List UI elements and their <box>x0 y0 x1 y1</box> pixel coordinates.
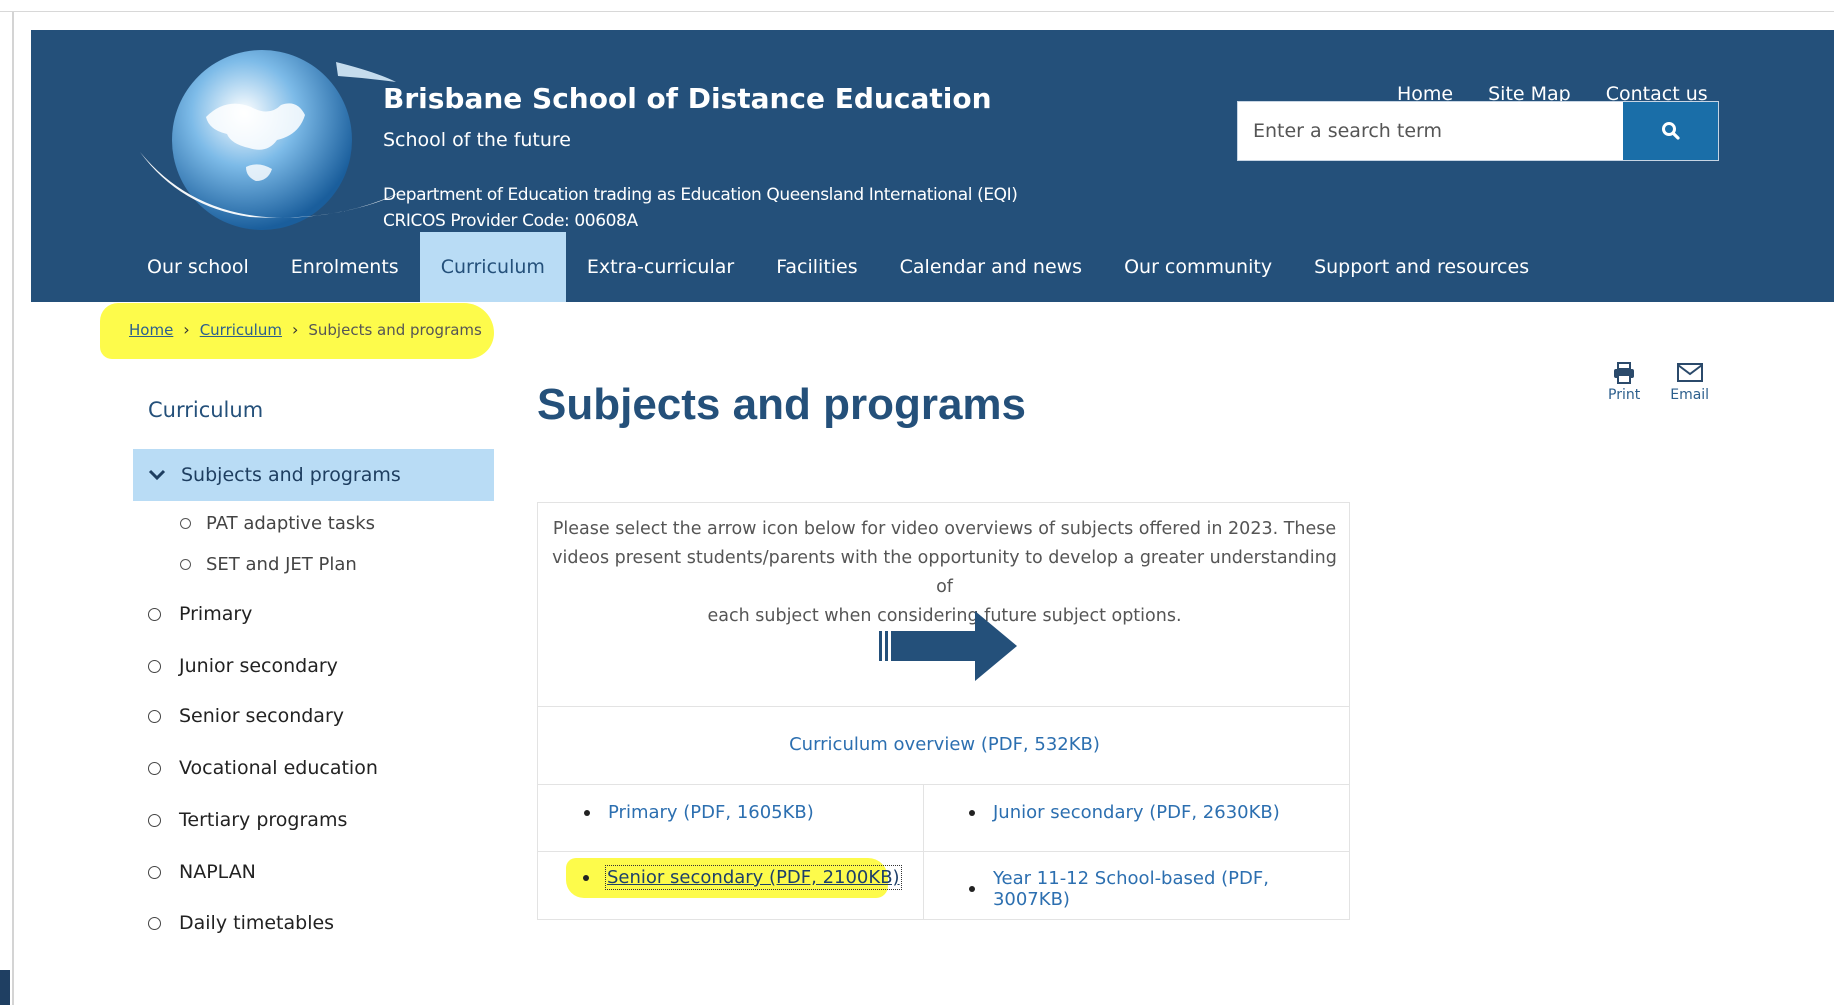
circle-bullet-icon <box>148 813 161 827</box>
bullet-icon <box>583 874 589 881</box>
site-department-info: Department of Education trading as Educa… <box>383 182 1018 234</box>
breadcrumb-home[interactable]: Home <box>129 321 173 339</box>
print-label: Print <box>1608 387 1641 403</box>
search-button[interactable] <box>1623 102 1718 160</box>
sidebar-item-label: Primary <box>179 603 253 625</box>
primary-pdf-link[interactable]: Primary (PDF, 1605KB) <box>584 802 814 823</box>
search-box <box>1237 101 1719 161</box>
globe-logo-icon[interactable] <box>136 42 408 242</box>
sidebar-title[interactable]: Curriculum <box>148 398 263 422</box>
breadcrumb: Home › Curriculum › Subjects and program… <box>129 320 482 339</box>
sidebar-item-label: SET and JET Plan <box>206 554 357 575</box>
sidebar-item-label: PAT adaptive tasks <box>206 513 376 534</box>
sidebar-item-label: Vocational education <box>179 757 378 779</box>
circle-bullet-icon <box>148 709 161 723</box>
circle-bullet-icon <box>180 559 191 570</box>
cricos-code: CRICOS Provider Code: 00608A <box>383 211 638 231</box>
circle-bullet-icon <box>148 761 161 775</box>
arrow-right-icon <box>879 611 1017 681</box>
sidebar-item-label: Daily timetables <box>179 912 335 934</box>
sidebar-item-label: Tertiary programs <box>179 809 348 831</box>
sidebar-item-subjects-programs[interactable]: Subjects and programs <box>133 449 494 501</box>
link-text: Primary (PDF, 1605KB) <box>608 802 814 823</box>
circle-bullet-icon <box>148 607 161 621</box>
bullet-icon <box>969 809 975 816</box>
nav-calendar-news[interactable]: Calendar and news <box>879 232 1103 302</box>
circle-bullet-icon <box>148 865 161 879</box>
sidebar-item-label: Subjects and programs <box>181 464 401 486</box>
sidebar-item-naplan[interactable]: NAPLAN <box>148 861 256 883</box>
sidebar-subitem-pat[interactable]: PAT adaptive tasks <box>180 513 375 534</box>
circle-bullet-icon <box>180 518 191 529</box>
department-line: Department of Education trading as Educa… <box>383 185 1018 205</box>
email-icon <box>1676 363 1703 382</box>
intro-line: Please select the arrow icon below for v… <box>552 519 1337 539</box>
print-icon <box>1614 362 1635 384</box>
sidebar-item-label: NAPLAN <box>179 861 256 883</box>
year-11-12-pdf-link[interactable]: Year 11-12 School-based (PDF, 3007KB) <box>969 868 1349 910</box>
sidebar-item-label: Junior secondary <box>179 655 338 677</box>
link-text: Year 11-12 School-based (PDF, 3007KB) <box>992 868 1269 910</box>
intro-line: videos present students/parents with the… <box>552 548 1337 597</box>
link-text: Junior secondary (PDF, 2630KB) <box>993 802 1280 823</box>
circle-bullet-icon <box>148 916 161 930</box>
link-text: Senior secondary (PDF, 2100KB) <box>605 865 902 890</box>
circle-bullet-icon <box>148 659 161 673</box>
table-divider <box>538 784 1349 785</box>
nav-facilities[interactable]: Facilities <box>755 232 878 302</box>
junior-secondary-pdf-link[interactable]: Junior secondary (PDF, 2630KB) <box>969 802 1280 823</box>
video-arrow-button[interactable] <box>879 611 1017 681</box>
sidebar-item-senior-secondary[interactable]: Senior secondary <box>148 705 344 727</box>
nav-curriculum[interactable]: Curriculum <box>419 232 566 302</box>
table-divider <box>538 706 1349 707</box>
sidebar-item-vocational-education[interactable]: Vocational education <box>148 757 378 779</box>
table-column-divider <box>923 784 924 920</box>
bullet-icon <box>969 886 975 892</box>
site-tagline: School of the future <box>383 129 571 151</box>
sidebar-subitem-set-jet[interactable]: SET and JET Plan <box>180 554 357 575</box>
corner-decoration <box>0 970 10 1005</box>
senior-secondary-pdf-link[interactable]: Senior secondary (PDF, 2100KB) <box>583 865 902 890</box>
site-title[interactable]: Brisbane School of Distance Education <box>383 82 992 115</box>
nav-our-school[interactable]: Our school <box>126 232 270 302</box>
nav-enrolments[interactable]: Enrolments <box>270 232 420 302</box>
nav-extra-curricular[interactable]: Extra-curricular <box>566 232 755 302</box>
nav-support-resources[interactable]: Support and resources <box>1293 232 1550 302</box>
bullet-icon <box>584 809 590 816</box>
sidebar-item-tertiary-programs[interactable]: Tertiary programs <box>148 809 347 831</box>
chevron-right-icon: › <box>183 320 190 339</box>
email-button[interactable]: Email <box>1670 362 1709 403</box>
email-label: Email <box>1670 387 1710 403</box>
search-icon <box>1661 122 1680 140</box>
site-header: Brisbane School of Distance Education Sc… <box>31 30 1834 302</box>
page-tools: Print Email <box>1608 362 1709 403</box>
window-frame-left <box>12 12 14 1005</box>
main-nav: Our school Enrolments Curriculum Extra-c… <box>31 232 1550 302</box>
table-divider <box>538 851 1349 852</box>
curriculum-overview-link[interactable]: Curriculum overview (PDF, 532KB) <box>538 734 1351 755</box>
breadcrumb-curriculum[interactable]: Curriculum <box>200 321 282 339</box>
chevron-down-icon <box>148 469 166 481</box>
sidebar-item-junior-secondary[interactable]: Junior secondary <box>148 655 338 677</box>
sidebar-item-label: Senior secondary <box>179 705 345 727</box>
sidebar-item-daily-timetables[interactable]: Daily timetables <box>148 912 334 934</box>
search-input[interactable] <box>1238 102 1623 160</box>
nav-our-community[interactable]: Our community <box>1103 232 1293 302</box>
print-button[interactable]: Print <box>1608 362 1640 403</box>
sidebar-item-primary[interactable]: Primary <box>148 603 252 625</box>
window-frame-top <box>0 0 1834 12</box>
breadcrumb-current: Subjects and programs <box>308 320 482 339</box>
page-title: Subjects and programs <box>537 380 1027 429</box>
chevron-right-icon: › <box>291 320 299 339</box>
